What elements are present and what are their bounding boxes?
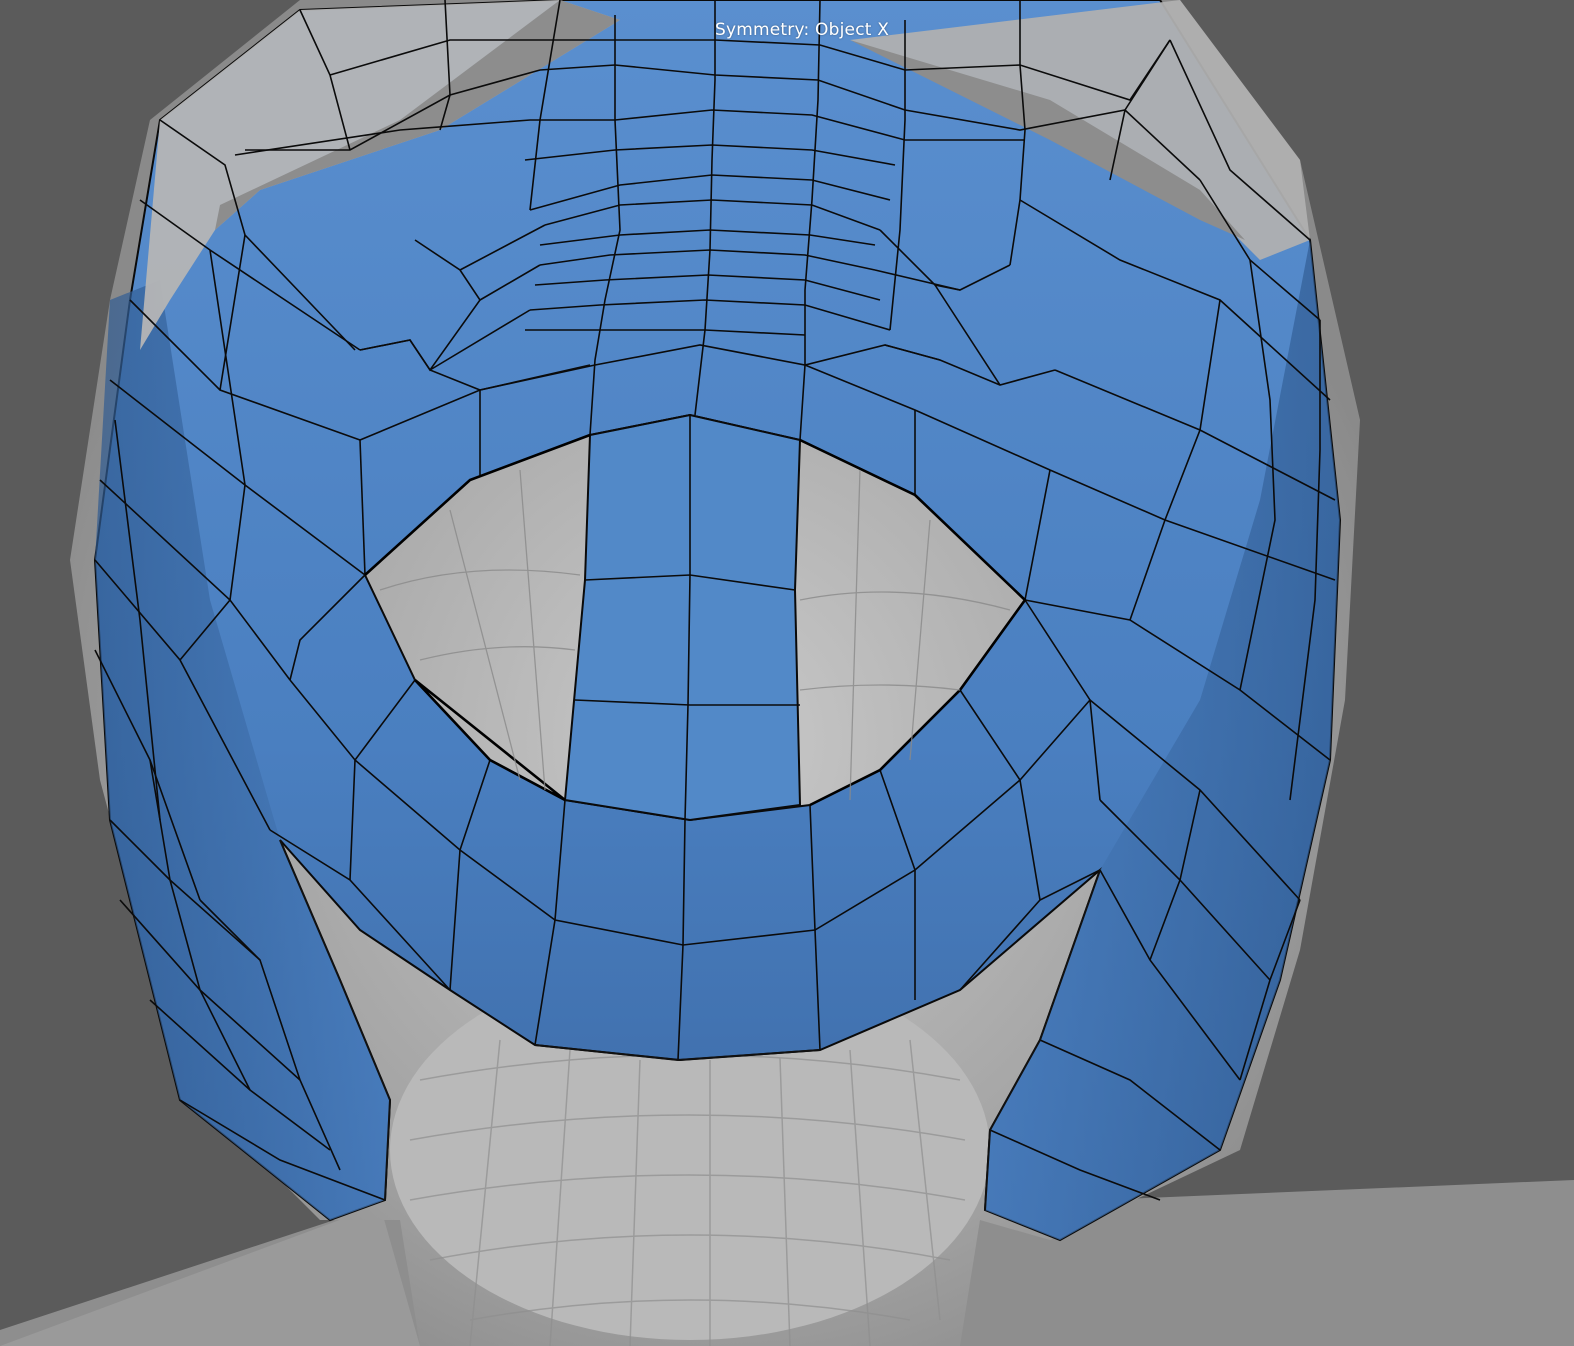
hood-mesh[interactable]	[93, 0, 1342, 1242]
viewport-scene[interactable]	[0, 0, 1574, 1346]
3d-viewport[interactable]: Symmetry: Object X	[0, 0, 1574, 1346]
